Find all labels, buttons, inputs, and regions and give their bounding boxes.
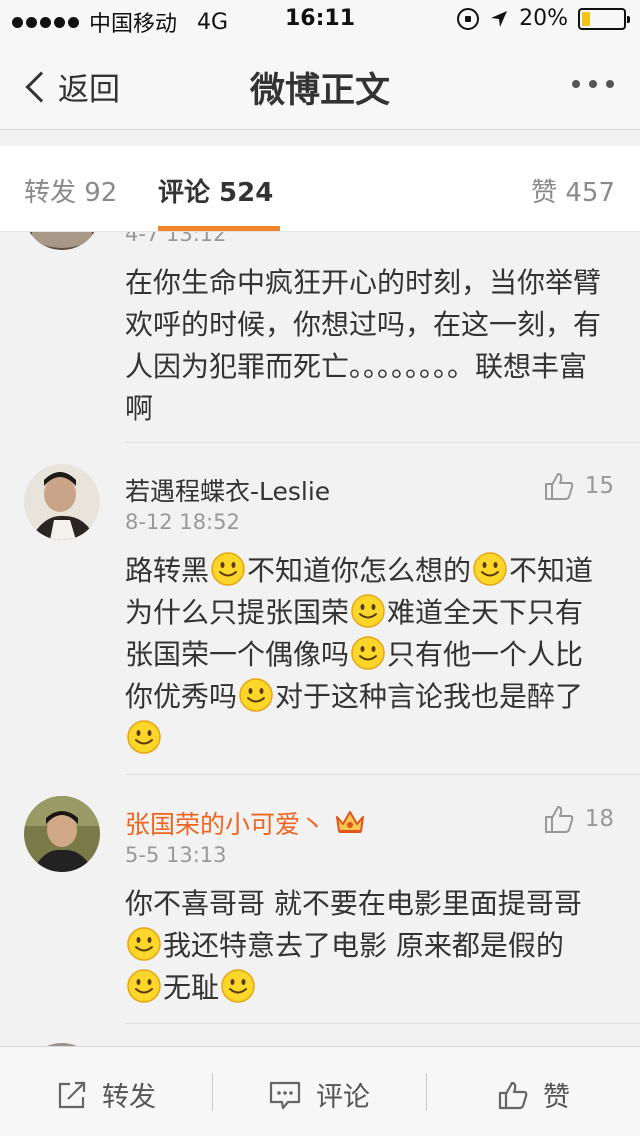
like-label: 赞 <box>543 1082 570 1113</box>
tab-comments[interactable]: 评论 524 <box>158 172 273 209</box>
comment-text-part: 对于这种言论我也是醉了 <box>275 680 584 713</box>
comment-author[interactable]: 若遇程蝶衣-Leslie <box>125 472 330 508</box>
tab-likes[interactable]: 赞 457 <box>531 172 615 209</box>
comment-bubble-icon <box>269 1081 301 1109</box>
like-count: 18 <box>584 806 614 832</box>
more-dots-icon[interactable] <box>572 80 614 88</box>
comment-text-part: 无耻 <box>163 971 220 1004</box>
repost-button[interactable]: 转发 <box>56 1075 156 1114</box>
like-count: 15 <box>584 473 614 499</box>
rotation-lock-icon <box>457 7 480 30</box>
smiley-emoji-icon <box>239 678 273 712</box>
avatar[interactable] <box>24 464 100 540</box>
comment-button[interactable]: 评论 <box>268 1075 370 1114</box>
comment-item <box>0 1023 640 1046</box>
thumbs-up-icon <box>544 806 573 833</box>
comment-author[interactable]: 张国荣的小可爱丶 <box>125 805 365 841</box>
comment-list[interactable]: 4-7 13:12 在你生命中疯狂开心的时刻，当你举臂欢呼的时候，你想过吗，在这… <box>0 232 640 1046</box>
comment-time: 8-12 18:52 <box>125 510 240 534</box>
comment-item: 张国荣的小可爱丶 5-5 13:13 18 你不喜哥哥 就不要在电影里面提哥哥我… <box>0 775 640 1024</box>
comment-time: 5-5 13:13 <box>125 843 227 867</box>
smiley-emoji-icon <box>127 927 161 961</box>
like-post-button[interactable]: 赞 <box>497 1075 570 1114</box>
comment-text-part: 在你生命中疯狂开心的时刻，当你举臂欢呼的时候，你想过吗，在这一刻，有人因为犯罪而… <box>125 266 602 425</box>
comment-text: 路转黑 不知道你怎么想的 不知道为什么只提张国荣 难道全天下只有张国荣一个偶像吗 只有他… <box>125 550 610 760</box>
comment-time: 4-7 13:12 <box>125 232 227 246</box>
smiley-emoji-icon <box>127 720 161 754</box>
status-bar: 中国移动 4G 16:11 20% <box>0 0 640 40</box>
comment-text-part: 你不喜哥哥 就不要在电影里面提哥哥 <box>125 887 582 920</box>
like-button[interactable]: 15 <box>543 470 614 502</box>
crown-icon <box>336 811 365 833</box>
comment-text-part: 不知道你怎么想的 <box>247 554 472 587</box>
tab-reposts[interactable]: 转发 92 <box>24 172 117 209</box>
comment-author-name: 张国荣的小可爱丶 <box>125 810 326 839</box>
comment-label: 评论 <box>316 1082 370 1113</box>
like-button[interactable]: 18 <box>543 803 614 835</box>
repost-label: 转发 <box>102 1082 156 1113</box>
nav-bar: 返回 微博正文 <box>0 40 640 130</box>
comment-item: 4-7 13:12 在你生命中疯狂开心的时刻，当你举臂欢呼的时候，你想过吗，在这… <box>0 232 640 443</box>
share-arrow-icon <box>58 1081 86 1108</box>
status-right: 20% <box>457 6 630 31</box>
smiley-emoji-icon <box>221 969 255 1003</box>
battery-fill <box>582 11 590 26</box>
comment-item: 若遇程蝶衣-Leslie 8-12 18:52 15 路转黑 不知道你怎么想的 不知… <box>0 442 640 775</box>
thumbs-up-icon <box>498 1081 528 1109</box>
comment-text: 在你生命中疯狂开心的时刻，当你举臂欢呼的时候，你想过吗，在这一刻，有人因为犯罪而… <box>125 262 610 430</box>
thumbs-up-icon <box>544 473 573 500</box>
tab-bar: 转发 92 评论 524 赞 457 <box>0 146 640 232</box>
avatar[interactable] <box>24 796 100 872</box>
comment-text-part: 我还特意去了电影 原来都是假的 <box>163 929 564 962</box>
smiley-emoji-icon <box>473 552 507 586</box>
smiley-emoji-icon <box>127 969 161 1003</box>
location-arrow-icon <box>491 10 508 27</box>
active-tab-indicator <box>158 226 280 231</box>
page-title: 微博正文 <box>249 71 390 111</box>
battery-percent: 20% <box>519 6 568 31</box>
battery-icon <box>578 7 630 30</box>
divider <box>212 1073 213 1111</box>
smiley-emoji-icon <box>351 594 385 628</box>
smiley-emoji-icon <box>351 636 385 670</box>
comment-text-part: 路转黑 <box>125 554 210 587</box>
bottom-toolbar: 转发 评论 赞 <box>0 1046 640 1136</box>
comment-text: 你不喜哥哥 就不要在电影里面提哥哥我还特意去了电影 原来都是假的 无耻 <box>125 883 610 1009</box>
avatar[interactable] <box>24 232 100 250</box>
divider <box>426 1073 427 1111</box>
smiley-emoji-icon <box>211 552 245 586</box>
